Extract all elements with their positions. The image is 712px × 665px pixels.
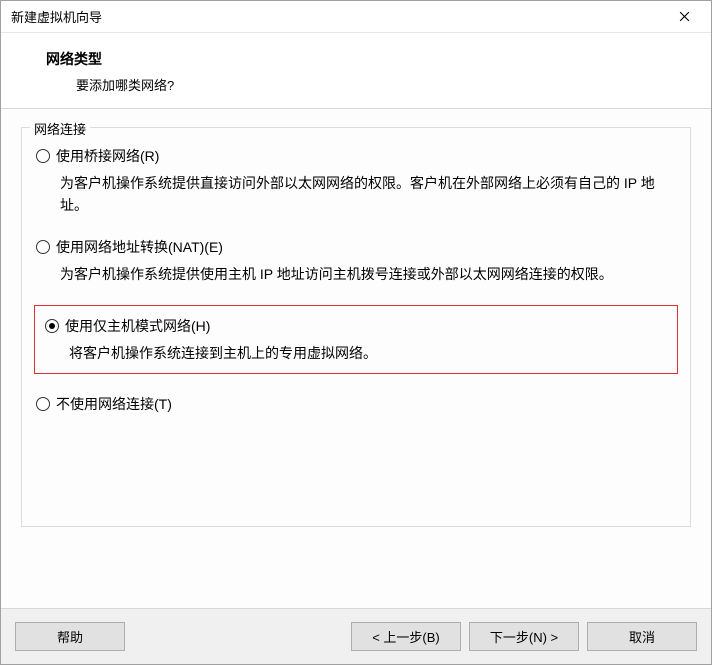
group-legend: 网络连接: [30, 119, 90, 138]
highlight-selected: 使用仅主机模式网络(H) 将客户机操作系统连接到主机上的专用虚拟网络。: [34, 305, 678, 373]
title-bar: 新建虚拟机向导: [1, 1, 711, 33]
option-bridged: 使用桥接网络(R) 为客户机操作系统提供直接访问外部以太网网络的权限。客户机在外…: [36, 146, 676, 217]
page-header: 网络类型 要添加哪类网络?: [1, 33, 711, 109]
cancel-button[interactable]: 取消: [587, 622, 697, 651]
close-button[interactable]: [663, 3, 705, 31]
radio-bridged[interactable]: [36, 149, 50, 163]
button-bar: 帮助 < 上一步(B) 下一步(N) > 取消: [1, 608, 711, 664]
option-hostonly-label[interactable]: 使用仅主机模式网络(H): [65, 316, 210, 336]
network-group: 网络连接 使用桥接网络(R) 为客户机操作系统提供直接访问外部以太网网络的权限。…: [21, 127, 691, 527]
option-nat-desc: 为客户机操作系统提供使用主机 IP 地址访问主机拨号连接或外部以太网网络连接的权…: [60, 263, 676, 285]
page-title: 网络类型: [46, 49, 691, 69]
option-nat-label[interactable]: 使用网络地址转换(NAT)(E): [56, 237, 223, 257]
option-none-label[interactable]: 不使用网络连接(T): [56, 394, 172, 414]
close-icon: [679, 11, 690, 22]
radio-nat[interactable]: [36, 240, 50, 254]
page-body: 网络连接 使用桥接网络(R) 为客户机操作系统提供直接访问外部以太网网络的权限。…: [1, 109, 711, 608]
page-subtitle: 要添加哪类网络?: [76, 75, 691, 94]
next-button[interactable]: 下一步(N) >: [469, 622, 579, 651]
help-button[interactable]: 帮助: [15, 622, 125, 651]
radio-hostonly[interactable]: [45, 319, 59, 333]
wizard-window: 新建虚拟机向导 网络类型 要添加哪类网络? 网络连接 使用桥接网络(R) 为客户…: [0, 0, 712, 665]
window-title: 新建虚拟机向导: [11, 7, 663, 26]
option-bridged-label[interactable]: 使用桥接网络(R): [56, 146, 159, 166]
back-button[interactable]: < 上一步(B): [351, 622, 461, 651]
option-bridged-desc: 为客户机操作系统提供直接访问外部以太网网络的权限。客户机在外部网络上必须有自己的…: [60, 172, 676, 217]
option-nat: 使用网络地址转换(NAT)(E) 为客户机操作系统提供使用主机 IP 地址访问主…: [36, 237, 676, 285]
option-hostonly-desc: 将客户机操作系统连接到主机上的专用虚拟网络。: [69, 342, 667, 364]
radio-none[interactable]: [36, 397, 50, 411]
option-none: 不使用网络连接(T): [36, 394, 676, 414]
option-hostonly: 使用仅主机模式网络(H) 将客户机操作系统连接到主机上的专用虚拟网络。: [45, 316, 667, 364]
